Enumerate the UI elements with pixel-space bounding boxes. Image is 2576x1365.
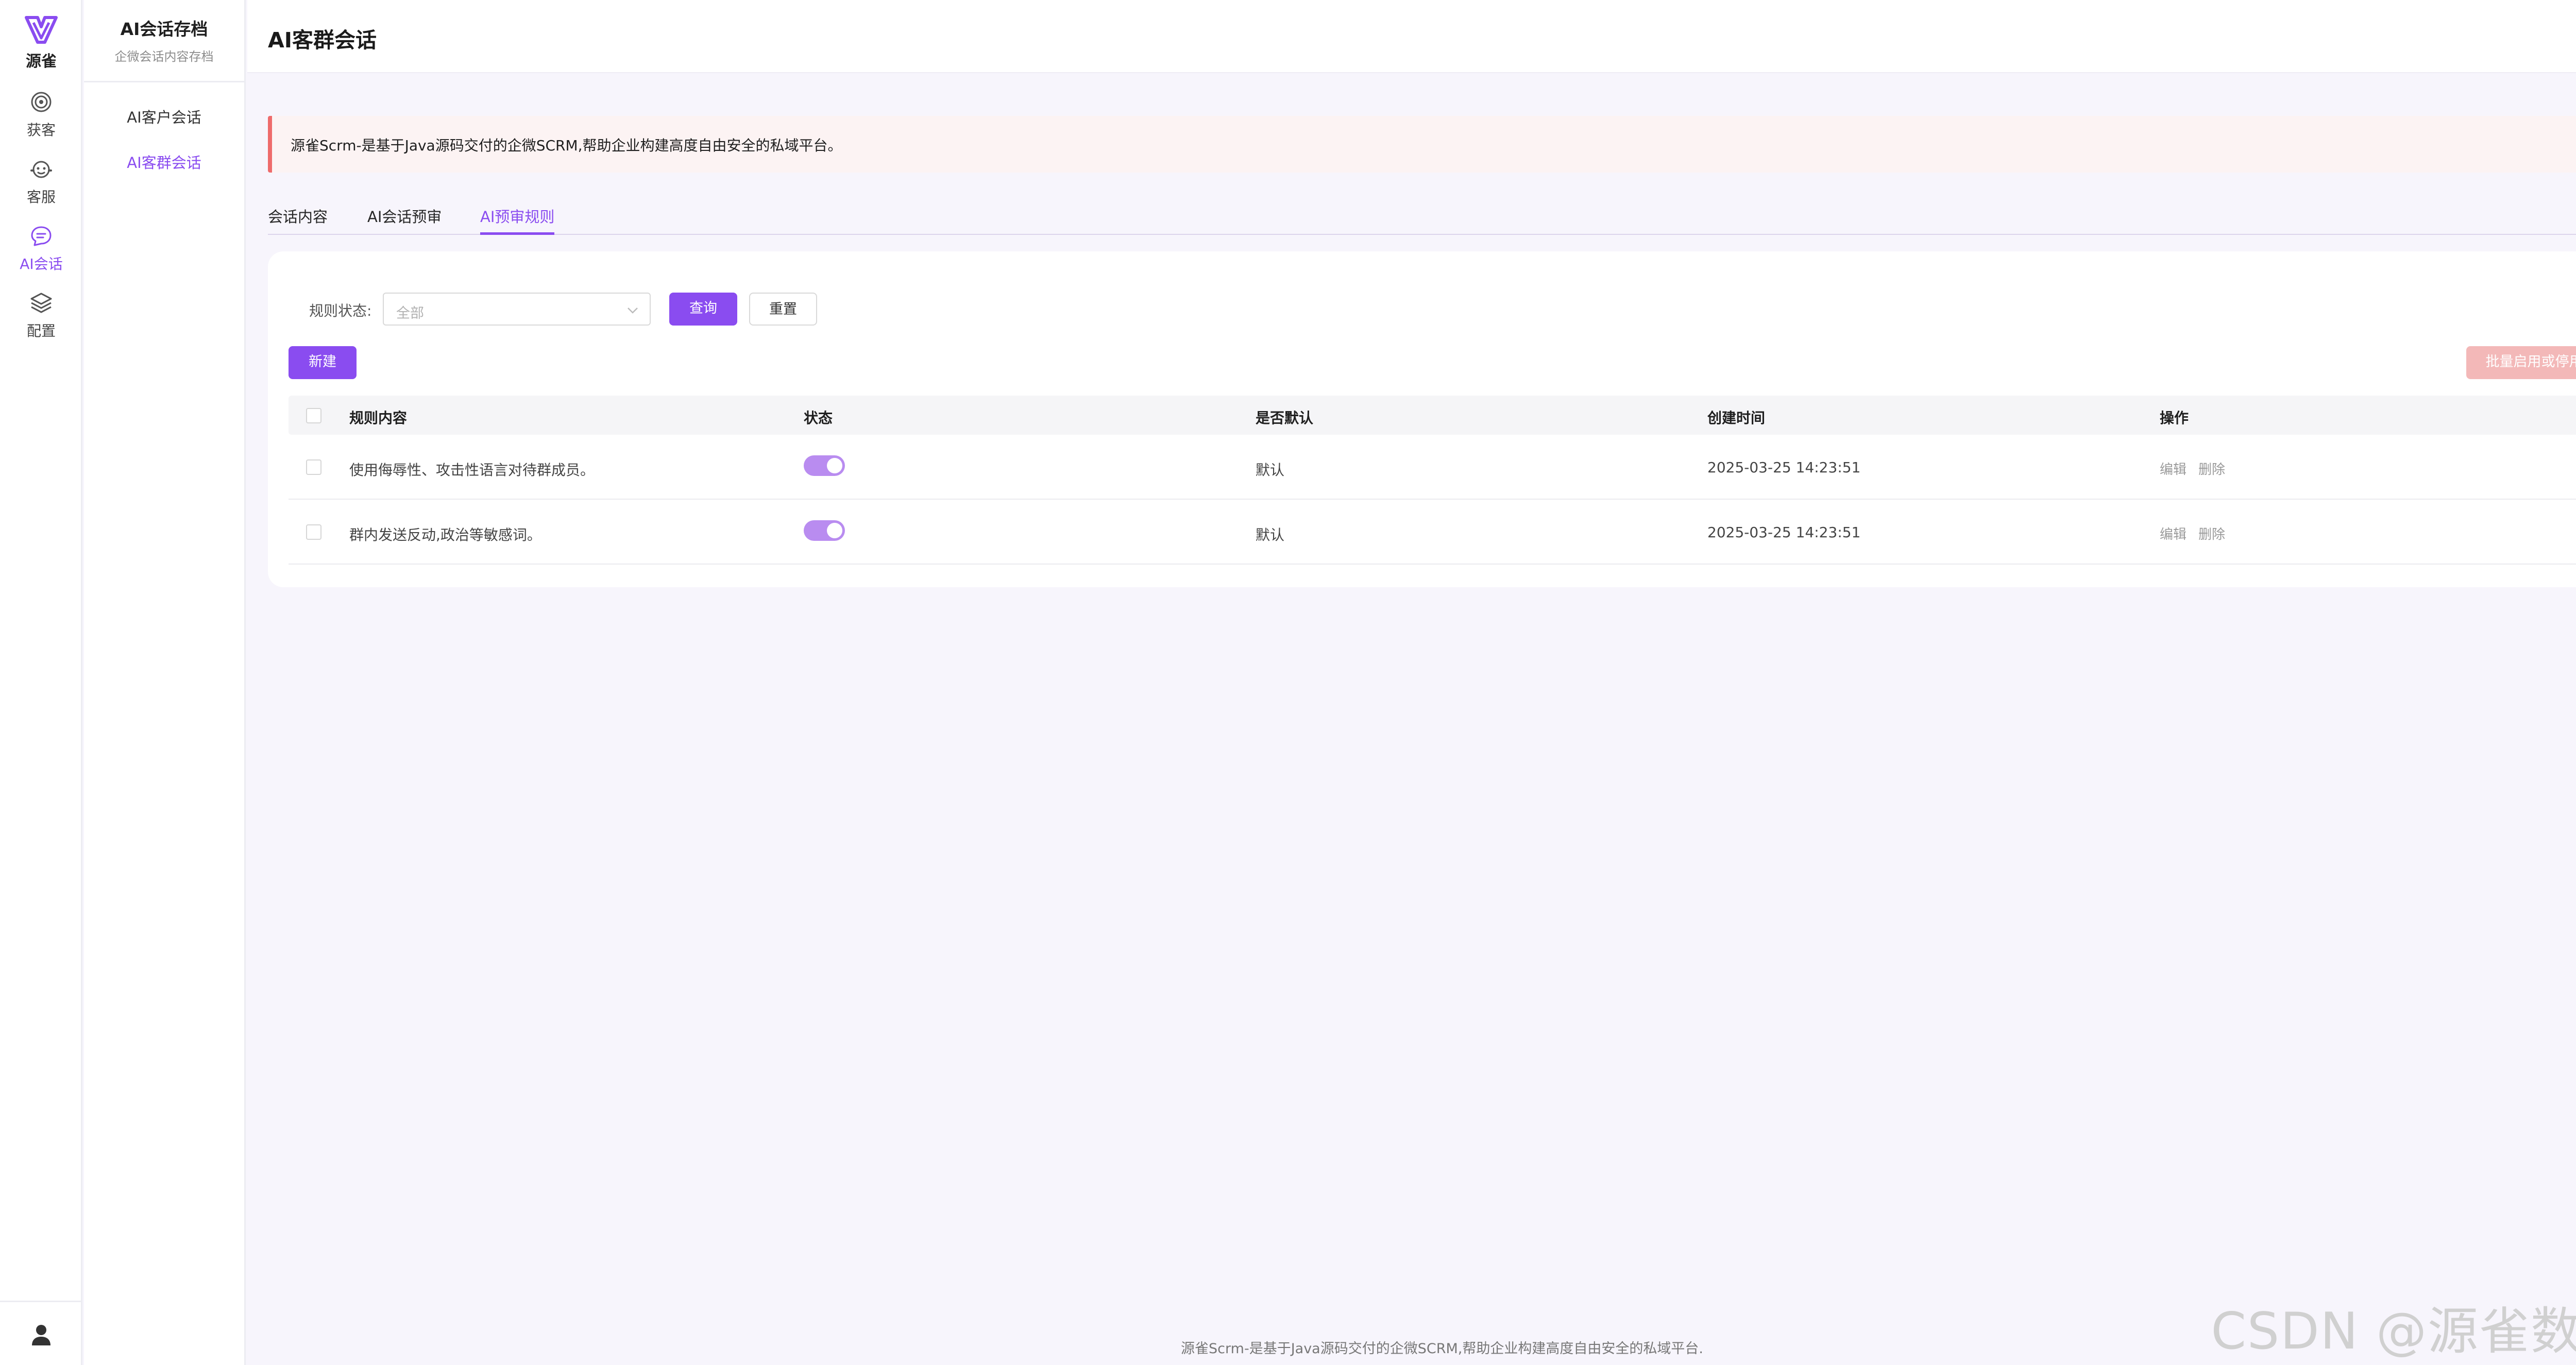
subnav-title: AI会话存档 (120, 19, 208, 39)
rail-item-service[interactable]: 客服 (0, 157, 82, 214)
layers-icon (30, 293, 52, 313)
reset-button[interactable]: 重置 (749, 293, 817, 326)
select-all-checkbox[interactable] (306, 408, 321, 423)
rule-default: 默认 (1256, 462, 1285, 479)
rail-item-ai-chat[interactable]: AI会话 (0, 224, 82, 281)
rail-item-config[interactable]: 配置 (0, 291, 82, 348)
column-header-status: 状态 (804, 410, 833, 426)
row-checkbox[interactable] (306, 524, 321, 540)
rail-item-label: 客服 (26, 189, 56, 206)
delete-link[interactable]: 删除 (2198, 459, 2225, 478)
watermark: CSDN @源雀数智 (2211, 1302, 2576, 1361)
subnav-subtitle: 企微会话内容存档 (114, 49, 214, 64)
table-row: 群内发送反动,政治等敏感词。 默认 2025-03-25 14:23:51 编辑… (289, 500, 2576, 565)
subnav-item-customer-chat[interactable]: AI客户会话 (84, 95, 244, 140)
toggle-knob (827, 458, 842, 473)
brand-name: 源雀 (26, 53, 57, 71)
edit-link[interactable]: 编辑 (2160, 459, 2187, 478)
tab-ai-rules[interactable]: AI预审规则 (480, 205, 555, 235)
rules-table: 规则内容 状态 是否默认 创建时间 操作 使用侮辱性、攻击性语言对待群成员。 默… (289, 396, 2576, 565)
target-icon (31, 92, 52, 112)
brand-logo[interactable]: 源雀 (0, 15, 82, 71)
agent-face-icon (30, 161, 52, 178)
user-menu[interactable] (0, 1301, 82, 1365)
top-bar: AI客群会话 (247, 0, 2576, 73)
status-select-value: 全部 (396, 305, 424, 321)
tab-bar: 会话内容 AI会话预审 AI预审规则 (268, 201, 2576, 235)
delete-link[interactable]: 删除 (2198, 524, 2225, 543)
batch-toggle-button[interactable]: 批量启用或停用 (2466, 346, 2576, 379)
toggle-knob (827, 523, 842, 538)
column-header-content: 规则内容 (349, 410, 408, 426)
tab-ai-preview[interactable]: AI会话预审 (367, 205, 442, 235)
subnav-item-group-chat[interactable]: AI客群会话 (84, 140, 244, 185)
rule-default: 默认 (1256, 526, 1285, 543)
rules-card: 规则状态: 全部 查询 重置 新建 批量启用或停用 规则内容 状态 是否默认 创… (268, 251, 2576, 587)
rule-created-time: 2025-03-25 14:23:51 (1707, 459, 1861, 476)
rail-item-acquire[interactable]: 获客 (0, 90, 82, 147)
column-header-default: 是否默认 (1256, 410, 1314, 426)
row-checkbox[interactable] (306, 459, 321, 475)
rule-created-time: 2025-03-25 14:23:51 (1707, 524, 1861, 541)
rail-item-label: 配置 (26, 322, 56, 339)
chat-bubble-icon (31, 226, 52, 246)
column-header-created: 创建时间 (1707, 410, 1766, 426)
new-rule-button[interactable]: 新建 (289, 346, 357, 379)
app-window: 源雀 获客 客服 AI会话 配置 AI会话存档 企微会话内容存档 AI客户会话 … (0, 0, 2576, 1365)
chevron-down-icon (628, 308, 638, 314)
notice-banner: 源雀Scrm-是基于Java源码交付的企微SCRM,帮助企业构建高度自由安全的私… (268, 116, 2576, 173)
status-filter-label: 规则状态: (309, 302, 372, 319)
table-row: 使用侮辱性、攻击性语言对待群成员。 默认 2025-03-25 14:23:51… (289, 435, 2576, 500)
main-content: AI客群会话 源雀Scrm-是基于Java源码交付的企微SCRM,帮助企业构建高… (247, 0, 2576, 1365)
edit-link[interactable]: 编辑 (2160, 524, 2187, 543)
subnav-header: AI会话存档 企微会话内容存档 (84, 0, 244, 82)
secondary-sidebar: AI会话存档 企微会话内容存档 AI客户会话 AI客群会话 (84, 0, 246, 1365)
notice-text: 源雀Scrm-是基于Java源码交付的企微SCRM,帮助企业构建高度自由安全的私… (291, 137, 842, 154)
query-button[interactable]: 查询 (669, 293, 737, 326)
rule-content: 使用侮辱性、攻击性语言对待群成员。 (349, 462, 595, 479)
icon-rail: 源雀 获客 客服 AI会话 配置 (0, 0, 82, 1365)
status-select[interactable]: 全部 (383, 293, 651, 326)
tab-chat-content[interactable]: 会话内容 (268, 205, 328, 235)
brand-logo-icon (25, 16, 58, 44)
rail-item-label: 获客 (26, 122, 56, 139)
status-toggle[interactable] (804, 455, 845, 476)
column-header-actions: 操作 (2160, 410, 2189, 426)
status-toggle[interactable] (804, 520, 845, 541)
user-icon[interactable] (31, 1324, 52, 1346)
page-title: AI客群会话 (268, 28, 377, 53)
rail-item-label: AI会话 (20, 255, 63, 272)
table-header: 规则内容 状态 是否默认 创建时间 操作 (289, 396, 2576, 435)
rule-content: 群内发送反动,政治等敏感词。 (349, 526, 541, 543)
